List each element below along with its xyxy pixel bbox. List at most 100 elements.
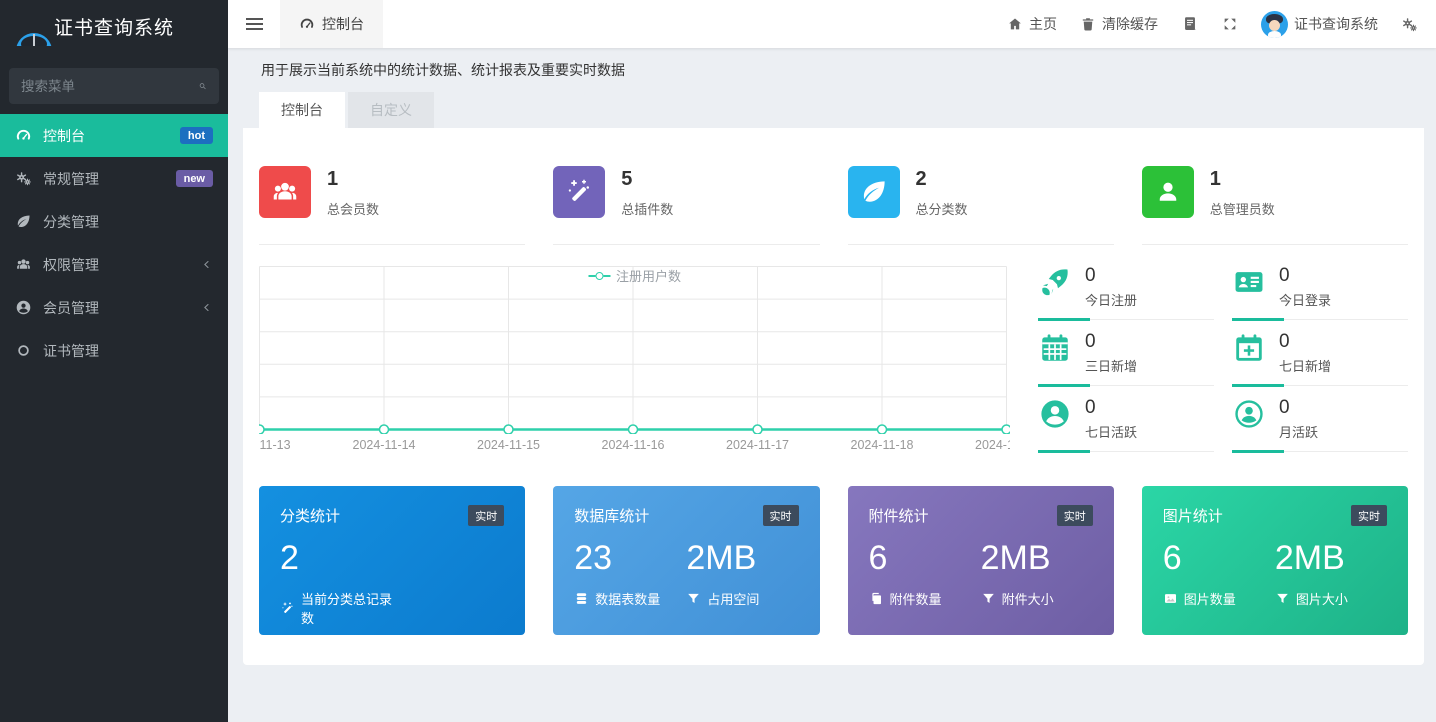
realtime-badge: 实时 (763, 505, 799, 526)
clear-cache-button[interactable]: 清除缓存 (1080, 14, 1158, 34)
sidebar-toggle-button[interactable] (228, 0, 280, 48)
avatar (16, 33, 52, 46)
summary-card-title: 数据库统计 (574, 505, 649, 526)
sidebar-item-label: 分类管理 (43, 212, 99, 232)
mini-stat-3day-new: 0 三日新增 (1038, 328, 1216, 394)
topbar-tab-label: 控制台 (322, 14, 364, 34)
summary-cards-row: 分类统计 实时 2 当前分类总记录数 数据库统计 实时 23 (243, 460, 1424, 635)
sidebar-menu: 控制台 hot 常规管理 new 分类管理 权限管理 会员管理 证书管理 (0, 114, 228, 372)
sidebar-item-certificates[interactable]: 证书管理 (0, 329, 228, 372)
summary-value: 6 (869, 539, 981, 578)
fullscreen-icon[interactable] (1222, 16, 1238, 32)
stat-value: 1 (327, 168, 379, 191)
summary-value: 23 (574, 539, 686, 578)
mini-stat-label: 七日新增 (1279, 356, 1331, 375)
copy-icon (869, 591, 884, 606)
stat-icon-box (1142, 166, 1194, 218)
mini-stat-month-active: 0 月活跃 (1232, 394, 1410, 460)
user-avatar[interactable] (1261, 11, 1288, 38)
sidebar-item-category[interactable]: 分类管理 (0, 200, 228, 243)
chart-x-axis-labels: 11-132024-11-142024-11-152024-11-162024-… (259, 438, 1010, 456)
page-description: 用于展示当前系统中的统计数据、统计报表及重要实时数据 (228, 48, 1436, 80)
content-tabs: 控制台 自定义 (228, 92, 1436, 128)
database-icon (574, 591, 589, 606)
summary-value-label: 附件数量 (890, 589, 942, 608)
users-icon (15, 256, 32, 273)
search-icon[interactable] (198, 78, 207, 94)
legend-marker-icon (588, 272, 610, 280)
main-content: 用于展示当前系统中的统计数据、统计报表及重要实时数据 控制台 自定义 1总会员数… (228, 48, 1436, 722)
summary-card-images: 图片统计 实时 6 图片数量 2MB 图片大小 (1142, 486, 1408, 635)
calendar-icon (1038, 331, 1072, 365)
chart-legend[interactable]: 注册用户数 (588, 266, 681, 285)
user-circle-outline-icon (1232, 397, 1266, 431)
id-card-icon (1232, 265, 1266, 299)
magic-wand-icon (280, 601, 295, 616)
summary-value-label: 图片大小 (1296, 589, 1348, 608)
summary-value-label: 图片数量 (1184, 589, 1236, 608)
menu-search[interactable] (9, 68, 219, 104)
stat-card-plugins: 5总插件数 (553, 166, 819, 245)
search-input[interactable] (21, 79, 198, 94)
stat-card-members: 1总会员数 (259, 166, 525, 245)
summary-card-title: 分类统计 (280, 505, 340, 526)
x-tick-label: 2024-11-17 (726, 438, 789, 452)
mini-stats-grid: 0今日注册 0今日登录 0三日新增 0七日新增 0七日活跃 (1038, 262, 1410, 460)
mini-stat-label: 今日注册 (1085, 290, 1137, 309)
x-tick-label: 2024-11-19 (975, 438, 1010, 452)
sidebar-item-dashboard[interactable]: 控制台 hot (0, 114, 228, 157)
leaf-icon (15, 213, 32, 230)
mini-stat-value: 0 (1085, 331, 1137, 353)
topbar-tab-dashboard[interactable]: 控制台 (280, 0, 383, 48)
sidebar-item-members[interactable]: 会员管理 (0, 286, 228, 329)
summary-card-title: 附件统计 (869, 505, 929, 526)
middle-row: 注册用户数 11-132024-11-142024-11-152024-11-1… (243, 245, 1424, 460)
trash-icon (1080, 16, 1096, 32)
stat-label: 总分类数 (916, 199, 968, 218)
stat-icon-box (259, 166, 311, 218)
gears-icon[interactable] (1401, 16, 1418, 33)
registered-users-chart: 注册用户数 11-132024-11-142024-11-152024-11-1… (259, 262, 1010, 458)
dashboard-icon (15, 127, 32, 144)
mini-stat-label: 三日新增 (1085, 356, 1137, 375)
clear-cache-label: 清除缓存 (1102, 14, 1158, 34)
sidebar: 证书查询系统 控制台 hot 常规管理 new 分类管理 权限管理 (0, 0, 228, 722)
stat-value: 1 (1210, 168, 1275, 191)
tab-dashboard[interactable]: 控制台 (259, 92, 345, 128)
mini-stat-label: 月活跃 (1279, 422, 1318, 441)
mini-stat-7day-new: 0 七日新增 (1232, 328, 1410, 394)
sidebar-item-permissions[interactable]: 权限管理 (0, 243, 228, 286)
rocket-icon (1038, 265, 1072, 299)
docs-icon[interactable] (1181, 15, 1199, 33)
home-button[interactable]: 主页 (1007, 14, 1057, 34)
summary-value: 2MB (686, 539, 798, 578)
chevron-left-icon (200, 258, 213, 271)
stat-card-categories: 2 总分类数 (848, 166, 1114, 245)
mini-stat-label: 七日活跃 (1085, 422, 1137, 441)
topbar-actions: 主页 清除缓存 证书查询系统 (1007, 11, 1436, 38)
summary-card-attachments: 附件统计 实时 6 附件数量 2MB 附件大小 (848, 486, 1114, 635)
sidebar-item-label: 证书管理 (43, 341, 99, 361)
summary-value: 6 (1163, 539, 1275, 578)
sidebar-item-label: 权限管理 (43, 255, 99, 275)
filter-icon (1275, 591, 1290, 606)
home-label: 主页 (1029, 14, 1057, 34)
sidebar-item-general[interactable]: 常规管理 new (0, 157, 228, 200)
mini-stat-value: 0 (1279, 331, 1331, 353)
account-menu[interactable]: 证书查询系统 (1261, 11, 1378, 38)
summary-value-label: 占用空间 (707, 589, 759, 608)
mini-stat-7day-active: 0七日活跃 (1038, 394, 1216, 460)
realtime-badge: 实时 (1351, 505, 1387, 526)
users-icon (270, 177, 300, 207)
stat-value: 2 (916, 168, 968, 191)
summary-value: 2MB (981, 539, 1093, 578)
mini-stat-value: 0 (1279, 397, 1318, 419)
summary-card-database: 数据库统计 实时 23 数据表数量 2MB 占用空间 (553, 486, 819, 635)
stat-card-admins: 1总管理员数 (1142, 166, 1408, 245)
realtime-badge: 实时 (468, 505, 504, 526)
stat-icon-box (553, 166, 605, 218)
sidebar-item-label: 控制台 (43, 126, 85, 146)
summary-card-categories: 分类统计 实时 2 当前分类总记录数 (259, 486, 525, 635)
mini-stat-value: 0 (1279, 265, 1331, 287)
tab-custom[interactable]: 自定义 (348, 92, 434, 128)
